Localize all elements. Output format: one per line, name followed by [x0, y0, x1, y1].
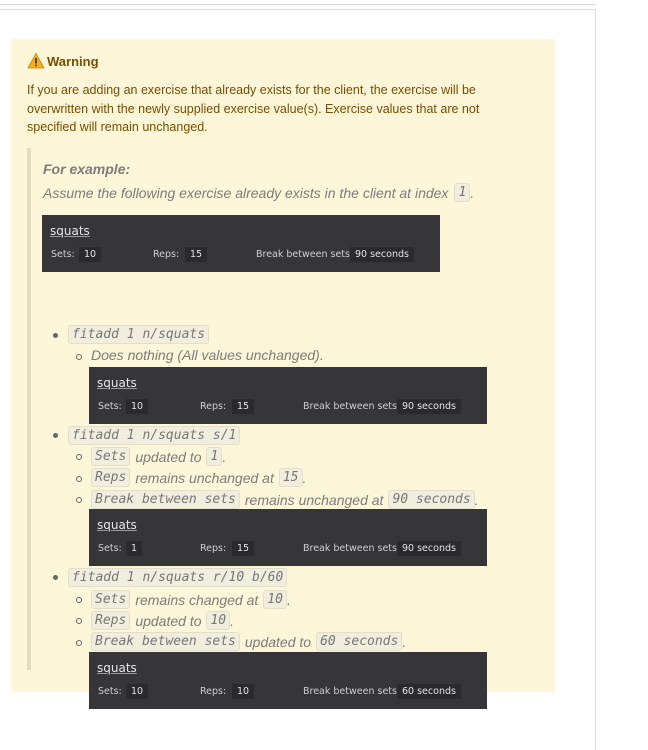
- example-blockquote: For example: Assume the following exerci…: [27, 148, 531, 709]
- value-code: 15: [278, 468, 303, 487]
- item-text: updated to: [135, 612, 202, 629]
- exercise-name: squats: [50, 224, 90, 238]
- exercise-card-1: squats Sets: 10 Reps: 15 Break between s…: [89, 367, 487, 424]
- exercise-name: squats: [97, 518, 137, 532]
- value-code: 90 seconds: [388, 490, 475, 509]
- item-text: remains unchanged at: [135, 469, 274, 486]
- break-value: 60 seconds: [397, 684, 461, 699]
- note-text: Does nothing (All values unchanged).: [91, 347, 324, 363]
- warning-title-text: Warning: [47, 53, 99, 69]
- field-code: Break between sets: [91, 632, 240, 651]
- exercise-card-2: squats Sets: 1 Reps: 15 Break between se…: [89, 509, 487, 566]
- command-2-item-1: Sets updated to 1 .: [91, 447, 226, 466]
- sub-bullet: [76, 476, 82, 482]
- sub-bullet: [76, 618, 82, 624]
- bullet: [53, 575, 58, 580]
- break-value: 90 seconds: [397, 541, 461, 556]
- command-3-item-2: Reps updated to 10 .: [91, 611, 234, 630]
- command-3-item-1: Sets remains changed at 10 .: [91, 590, 291, 609]
- item-period: .: [402, 633, 407, 650]
- warning-title: Warning: [27, 52, 99, 70]
- command-code: fitadd 1 n/squats r/10 b/60: [68, 568, 288, 587]
- warning-icon: [27, 52, 45, 69]
- break-value: 90 seconds: [350, 247, 414, 262]
- sets-value: 1: [126, 541, 143, 556]
- example-heading: For example:: [43, 161, 131, 177]
- reps-value: 15: [185, 247, 208, 262]
- warning-text: If you are adding an exercise that alrea…: [27, 83, 480, 134]
- sub-bullet: [76, 597, 82, 603]
- sets-value: 10: [126, 684, 149, 699]
- exercise-name: squats: [97, 661, 137, 675]
- value-code: 10: [263, 590, 287, 609]
- break-label: Break between sets:: [303, 543, 401, 554]
- item-period: .: [230, 612, 235, 629]
- reps-label: Reps:: [200, 401, 227, 412]
- command-3-item-3: Break between sets updated to 60 seconds…: [91, 632, 406, 651]
- field-code: Reps: [91, 468, 131, 487]
- field-code: Reps: [91, 611, 131, 630]
- field-code: Break between sets: [91, 490, 240, 509]
- assume-period: .: [470, 184, 475, 201]
- sets-label: Sets:: [98, 543, 122, 554]
- bullet: [53, 333, 58, 338]
- assume-line: Assume the following exercise already ex…: [43, 183, 474, 202]
- break-label: Break between sets:: [303, 686, 401, 697]
- reps-label: Reps:: [200, 543, 227, 554]
- top-bar: [0, 0, 596, 5]
- break-label: Break between sets:: [256, 249, 354, 260]
- break-label: Break between sets:: [303, 401, 401, 412]
- bullet: [53, 433, 58, 438]
- break-value: 90 seconds: [397, 399, 461, 414]
- item-period: .: [286, 591, 291, 608]
- sub-bullet: [76, 354, 82, 360]
- command-1-note: Does nothing (All values unchanged).: [91, 347, 324, 363]
- sub-bullet: [76, 497, 82, 503]
- field-code: Sets: [91, 590, 131, 609]
- reps-value: 10: [232, 684, 255, 699]
- sub-bullet: [76, 454, 82, 460]
- exercise-card-initial: squats Sets: 10 Reps: 15 Break between s…: [42, 215, 440, 272]
- command-1: fitadd 1 n/squats: [68, 325, 210, 344]
- item-period: .: [474, 491, 479, 508]
- command-2: fitadd 1 n/squats s/1: [68, 426, 241, 445]
- sub-bullet: [76, 640, 82, 646]
- value-code: 1: [206, 447, 223, 466]
- assume-text: Assume the following exercise already ex…: [43, 184, 449, 201]
- field-code: Sets: [91, 447, 131, 466]
- value-code: 60 seconds: [316, 632, 403, 651]
- command-2-item-2: Reps remains unchanged at 15 .: [91, 468, 306, 487]
- command-code: fitadd 1 n/squats: [68, 325, 210, 344]
- command-3: fitadd 1 n/squats r/10 b/60: [68, 568, 288, 587]
- item-period: .: [222, 448, 227, 465]
- warning-box: Warning If you are adding an exercise th…: [11, 39, 555, 709]
- item-text: remains unchanged at: [244, 491, 384, 508]
- reps-value: 15: [232, 399, 255, 414]
- command-2-item-3: Break between sets remains unchanged at …: [91, 490, 479, 509]
- sets-value: 10: [126, 399, 149, 414]
- sets-value: 10: [79, 247, 102, 262]
- reps-label: Reps:: [153, 249, 180, 260]
- command-code: fitadd 1 n/squats s/1: [68, 426, 241, 445]
- reps-value: 15: [232, 541, 255, 556]
- reps-label: Reps:: [200, 686, 227, 697]
- item-period: .: [302, 469, 307, 486]
- exercise-name: squats: [97, 376, 137, 390]
- sets-label: Sets:: [98, 401, 122, 412]
- item-text: updated to: [244, 633, 312, 650]
- value-code: 10: [206, 611, 231, 630]
- item-text: updated to: [135, 448, 202, 465]
- item-text: remains changed at: [135, 591, 259, 608]
- sets-label: Sets:: [98, 686, 122, 697]
- sets-label: Sets:: [51, 249, 75, 260]
- exercise-card-3: squats Sets: 10 Reps: 10 Break between s…: [89, 652, 487, 709]
- index-code: 1: [454, 183, 471, 202]
